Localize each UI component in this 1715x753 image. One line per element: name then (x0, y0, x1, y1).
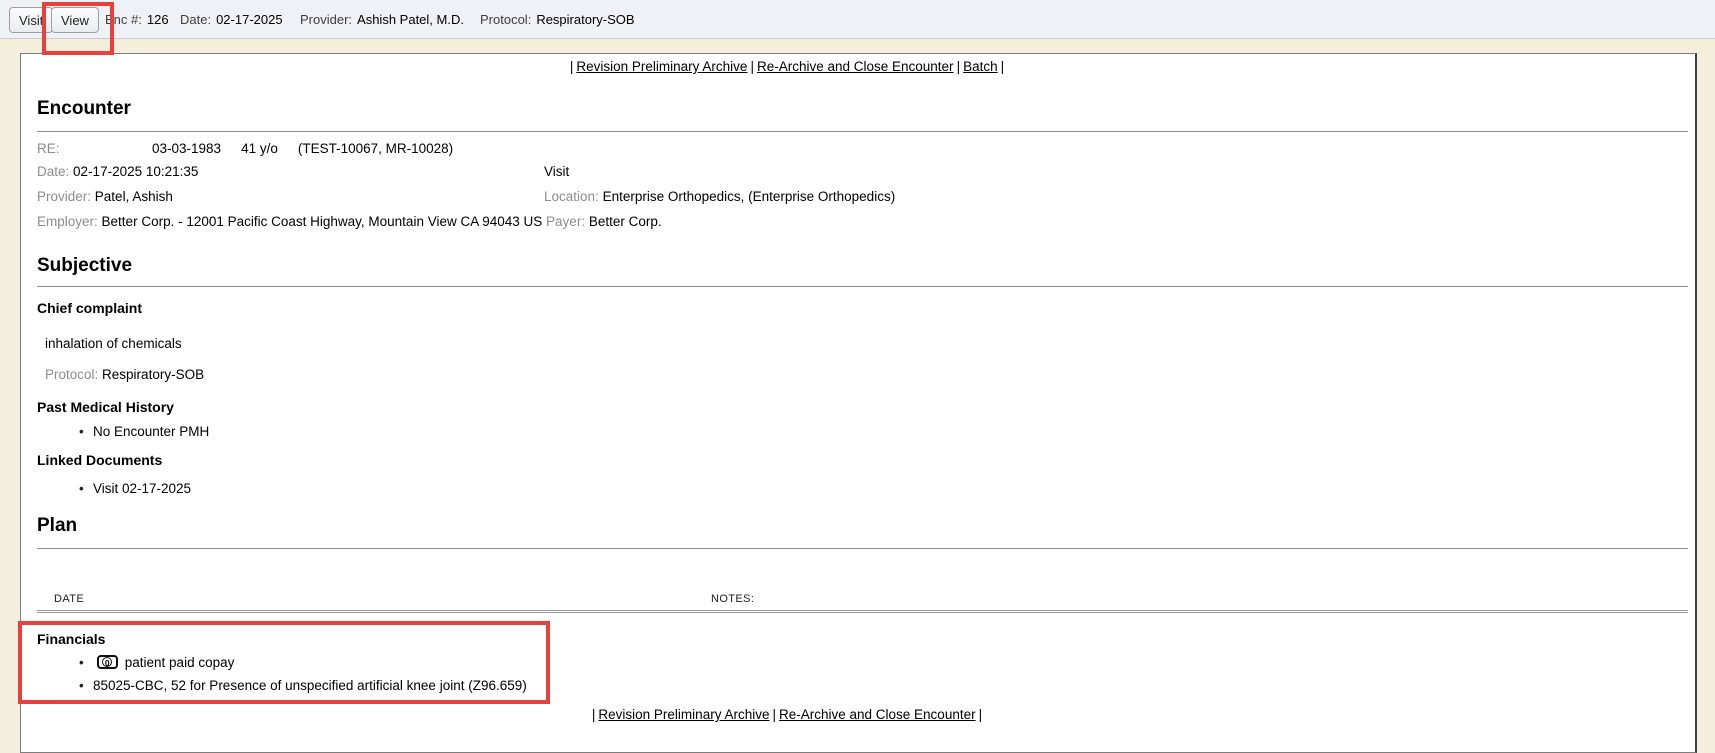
employer-line: Employer: Better Corp. - 12001 Pacific C… (37, 214, 662, 230)
archive-links-bottom: |Revision Preliminary Archive|Re-Archive… (21, 707, 1553, 722)
enc-provider-label: Provider: (300, 12, 352, 27)
section-divider (37, 286, 1688, 287)
payer-label: Payer: (546, 214, 585, 229)
financials-cbc-text: 85025-CBC, 52 for Presence of unspecifie… (93, 678, 527, 693)
plan-notes-header: NOTES: (711, 593, 754, 605)
employer-value: Better Corp. - 12001 Pacific Coast Highw… (102, 214, 543, 229)
enc-protocol-field: Protocol: Respiratory-SOB (480, 12, 635, 27)
protocol-label: Protocol: (45, 367, 98, 382)
enc-provider-field: Provider: Ashish Patel, M.D. (300, 12, 464, 27)
pmh-item: No Encounter PMH (79, 424, 209, 440)
link-separator: | (772, 707, 776, 722)
link-batch[interactable]: Batch (963, 59, 998, 74)
protocol-line: Protocol: Respiratory-SOB (45, 367, 204, 383)
enc-date-label: Date: (180, 12, 211, 27)
financials-item-copay: 0 patient paid copay (79, 655, 234, 671)
linked-documents-title: Linked Documents (37, 452, 162, 469)
employer-label: Employer: (37, 214, 98, 229)
date-line: Date: 02-17-2025 10:21:35 Visit (37, 164, 198, 180)
provider-label: Provider: (37, 189, 91, 204)
link-separator: | (570, 59, 574, 74)
plan-date-header: DATE (54, 593, 84, 605)
pmh-title: Past Medical History (37, 399, 174, 416)
enc-number-label: Enc #: (105, 12, 142, 27)
enc-protocol-value: Respiratory-SOB (536, 12, 634, 27)
chief-complaint-value: inhalation of chemicals (45, 336, 182, 352)
enc-number-value: 126 (147, 12, 169, 27)
link-separator: | (957, 59, 961, 74)
date-label: Date: (37, 164, 69, 179)
enc-provider-value: Ashish Patel, M.D. (357, 12, 464, 27)
dob-value: 03-03-1983 (152, 141, 221, 156)
encounter-document: |Revision Preliminary Archive|Re-Archive… (20, 53, 1697, 753)
plan-section-title: Plan (37, 514, 77, 537)
tab-visit[interactable]: Visit (9, 7, 53, 33)
financials-item-cbc: 85025-CBC, 52 for Presence of unspecifie… (79, 678, 527, 694)
financials-title: Financials (37, 631, 105, 648)
linked-document-text: Visit 02-17-2025 (93, 481, 191, 496)
location-value: Enterprise Orthopedics, (Enterprise Orth… (603, 189, 896, 204)
link-rearchive-close-encounter[interactable]: Re-Archive and Close Encounter (757, 59, 954, 74)
age-value: 41 y/o (241, 141, 278, 156)
provider-value: Patel, Ashish (95, 189, 173, 204)
archive-links-top: |Revision Preliminary Archive|Re-Archive… (21, 59, 1553, 74)
section-divider (37, 548, 1688, 549)
money-icon-glyph: 0 (102, 657, 112, 667)
location-field: Location: Enterprise Orthopedics, (Enter… (544, 189, 895, 205)
protocol-value: Respiratory-SOB (102, 367, 204, 382)
patient-ids-value: (TEST-10067, MR-10028) (298, 141, 453, 156)
enc-date-value: 02-17-2025 (216, 12, 283, 27)
link-separator: | (1001, 59, 1005, 74)
linked-document-item: Visit 02-17-2025 (79, 481, 191, 497)
link-revision-preliminary-archive[interactable]: Revision Preliminary Archive (576, 59, 747, 74)
enc-date-field: Date: 02-17-2025 (180, 12, 283, 27)
date-value: 02-17-2025 10:21:35 (73, 164, 198, 179)
tab-view[interactable]: View (51, 7, 99, 33)
link-revision-preliminary-archive-bottom[interactable]: Revision Preliminary Archive (598, 707, 769, 722)
link-rearchive-close-encounter-bottom[interactable]: Re-Archive and Close Encounter (779, 707, 976, 722)
pmh-item-text: No Encounter PMH (93, 424, 209, 439)
visit-type-value: Visit (544, 164, 569, 180)
section-divider (37, 131, 1688, 132)
enc-protocol-label: Protocol: (480, 12, 531, 27)
re-line: RE:03-03-1983 41 y/o (TEST-10067, MR-10028… (37, 141, 453, 157)
subjective-section-title: Subjective (37, 254, 132, 277)
re-label: RE: (37, 141, 152, 157)
toolbar: Visit View Enc #: 126 Date: 02-17-2025 Pro… (0, 0, 1715, 39)
link-separator: | (750, 59, 754, 74)
provider-line: Provider: Patel, Ashish Location: Enterp… (37, 189, 173, 205)
payer-value: Better Corp. (589, 214, 662, 229)
link-separator: | (979, 707, 983, 722)
link-separator: | (592, 707, 596, 722)
chief-complaint-title: Chief complaint (37, 300, 142, 317)
plan-table-divider (37, 610, 1688, 613)
financials-copay-text: patient paid copay (125, 655, 235, 670)
location-label: Location: (544, 189, 599, 204)
money-icon: 0 (97, 655, 118, 669)
enc-number-field: Enc #: 126 (105, 12, 169, 27)
encounter-section-title: Encounter (37, 97, 131, 120)
